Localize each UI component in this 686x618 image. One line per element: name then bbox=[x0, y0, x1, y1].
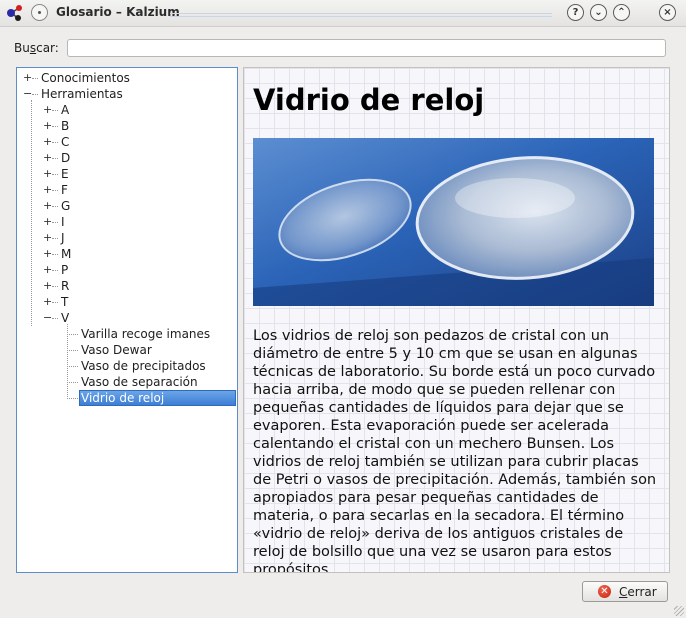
collapse-icon[interactable]: − bbox=[23, 86, 32, 102]
tree-item[interactable]: Vaso de separación bbox=[81, 374, 198, 390]
expand-icon[interactable]: + bbox=[43, 262, 52, 278]
tree-guide-line bbox=[52, 142, 58, 143]
tree-guide-line bbox=[52, 254, 58, 255]
expand-icon[interactable]: + bbox=[43, 230, 52, 246]
kalzium-app-icon[interactable] bbox=[6, 4, 24, 22]
tree-guide-line bbox=[52, 286, 58, 287]
expand-icon[interactable]: + bbox=[43, 294, 52, 310]
tree-guide-line bbox=[52, 302, 58, 303]
expand-icon[interactable]: + bbox=[43, 246, 52, 262]
search-label: Buscar: bbox=[14, 41, 59, 55]
expand-icon[interactable]: + bbox=[43, 278, 52, 294]
tree-item[interactable]: G bbox=[61, 198, 70, 214]
help-icon[interactable]: ? bbox=[567, 4, 584, 21]
tree-guide-line bbox=[52, 318, 58, 319]
tree-guide-line bbox=[67, 398, 78, 399]
expand-icon[interactable]: + bbox=[43, 150, 52, 166]
expand-icon[interactable]: + bbox=[43, 134, 52, 150]
tree-item[interactable]: V bbox=[61, 310, 69, 326]
title-decoration bbox=[170, 13, 552, 17]
tree-guide-line bbox=[52, 206, 58, 207]
expand-icon[interactable]: + bbox=[43, 198, 52, 214]
expand-icon[interactable]: + bbox=[23, 70, 32, 86]
tree-item-selected[interactable]: Vidrio de reloj bbox=[79, 390, 236, 406]
tree-item[interactable]: R bbox=[61, 278, 69, 294]
title-bar[interactable]: Glosario – Kalzium ? ⌄ ⌃ × bbox=[0, 0, 686, 27]
tree-guide-line bbox=[52, 270, 58, 271]
resize-grip-icon[interactable] bbox=[674, 606, 684, 616]
close-label-part: errar bbox=[627, 585, 657, 599]
tree-item[interactable]: C bbox=[61, 134, 69, 150]
search-input[interactable] bbox=[67, 39, 666, 57]
tree-item[interactable]: Vaso de precipitados bbox=[81, 358, 206, 374]
watch-glass-photo bbox=[253, 138, 654, 306]
tree-guide-line bbox=[52, 126, 58, 127]
content-body: Los vidrios de reloj son pedazos de cris… bbox=[253, 328, 657, 573]
tree-item[interactable]: Herramientas bbox=[41, 86, 123, 102]
tree-item[interactable]: F bbox=[61, 182, 68, 198]
tree-item[interactable]: A bbox=[61, 102, 69, 118]
tree-guide-line bbox=[52, 222, 58, 223]
tree-guide-line bbox=[67, 334, 78, 335]
tree-guide-line bbox=[32, 94, 38, 95]
collapse-icon[interactable]: − bbox=[43, 310, 52, 326]
tree-guide-line bbox=[52, 174, 58, 175]
tree-item[interactable]: T bbox=[61, 294, 68, 310]
expand-icon[interactable]: + bbox=[43, 182, 52, 198]
tree-guide-line bbox=[52, 190, 58, 191]
expand-icon[interactable]: + bbox=[43, 118, 52, 134]
tree-guide-line bbox=[52, 158, 58, 159]
expand-icon[interactable]: + bbox=[43, 102, 52, 118]
tree-item[interactable]: M bbox=[61, 246, 71, 262]
tree-item[interactable]: Varilla recoge imanes bbox=[81, 326, 210, 342]
content-panel: Vidrio de reloj Los vidrios de reloj son… bbox=[243, 67, 670, 573]
expand-icon[interactable]: + bbox=[43, 166, 52, 182]
tree-guide-line bbox=[31, 100, 32, 326]
tree-guide-line bbox=[67, 350, 78, 351]
glossary-tree[interactable]: + Conocimientos − Herramientas + A + B + C + D + E + F +… bbox=[16, 67, 238, 573]
expand-icon[interactable]: + bbox=[43, 214, 52, 230]
tree-guide-line bbox=[32, 78, 38, 79]
tree-guide-line bbox=[67, 366, 78, 367]
search-label-part: Bu bbox=[14, 41, 30, 55]
tree-guide-line bbox=[67, 382, 78, 383]
tree-item[interactable]: I bbox=[61, 214, 65, 230]
close-button[interactable]: ✕ Cerrar bbox=[582, 581, 668, 602]
tree-guide-line bbox=[52, 238, 58, 239]
tree-item[interactable]: P bbox=[61, 262, 68, 278]
cancel-icon: ✕ bbox=[598, 585, 611, 598]
search-label-part: car: bbox=[36, 41, 59, 55]
tree-item[interactable]: J bbox=[61, 230, 65, 246]
close-window-icon[interactable]: × bbox=[659, 4, 676, 21]
minimize-icon[interactable]: ⌄ bbox=[590, 4, 607, 21]
window-title: Glosario – Kalzium bbox=[56, 5, 180, 19]
page-title: Vidrio de reloj bbox=[253, 83, 485, 117]
tree-item[interactable]: D bbox=[61, 150, 70, 166]
maximize-icon[interactable]: ⌃ bbox=[613, 4, 630, 21]
tree-guide-line bbox=[52, 110, 58, 111]
tree-item[interactable]: B bbox=[61, 118, 69, 134]
close-button-label: Cerrar bbox=[619, 585, 657, 599]
tree-item[interactable]: Vaso Dewar bbox=[81, 342, 152, 358]
tree-item[interactable]: E bbox=[61, 166, 69, 182]
tree-item[interactable]: Conocimientos bbox=[41, 70, 130, 86]
pin-icon[interactable] bbox=[31, 4, 48, 21]
